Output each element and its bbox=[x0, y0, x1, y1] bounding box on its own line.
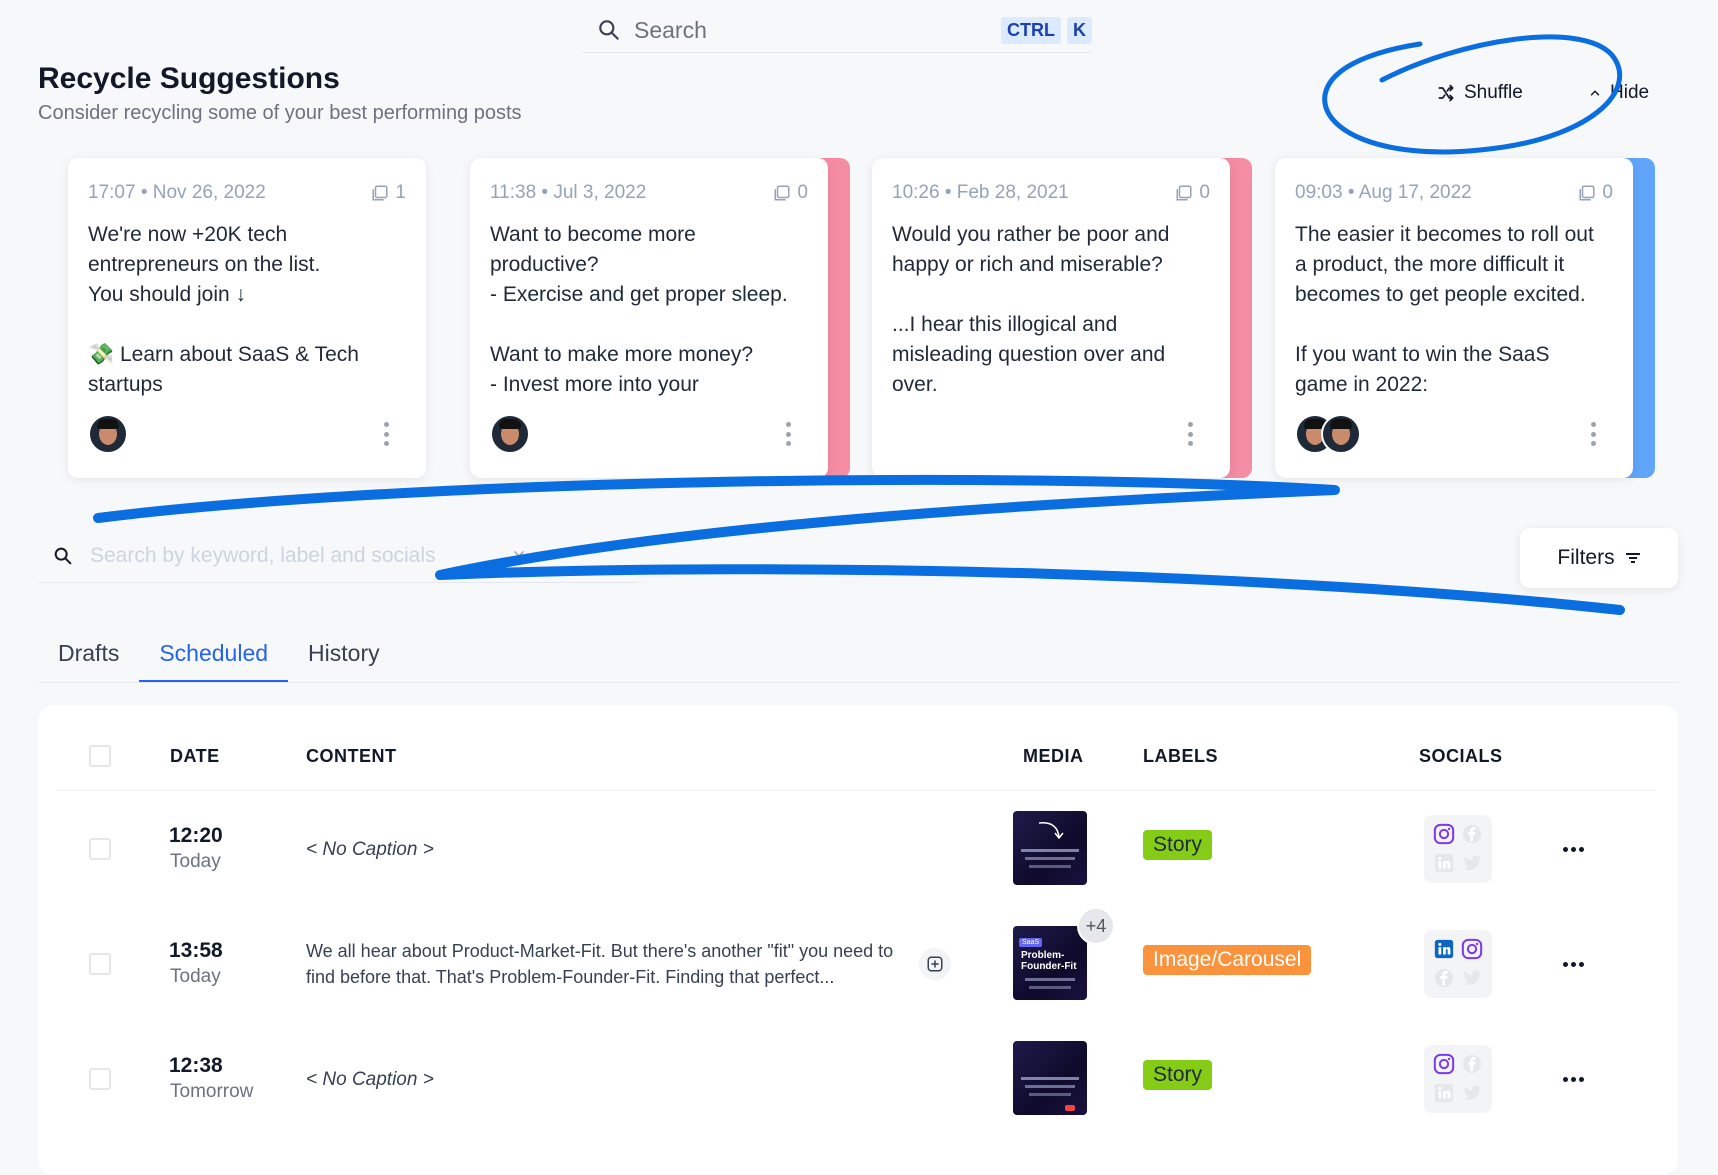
card-text: Want to become more productive? - Exerci… bbox=[490, 223, 788, 396]
card-menu-button[interactable] bbox=[384, 422, 390, 446]
row-more-button[interactable] bbox=[1563, 1077, 1584, 1082]
twitter-icon bbox=[1463, 970, 1482, 986]
socials-group bbox=[1424, 815, 1492, 883]
avatar bbox=[1321, 414, 1361, 454]
facebook-icon bbox=[1462, 1054, 1482, 1074]
row-day: Tomorrow bbox=[170, 1081, 254, 1102]
search-icon bbox=[599, 20, 619, 40]
shuffle-label: Shuffle bbox=[1464, 82, 1523, 103]
header-labels: LABELS bbox=[1143, 746, 1218, 766]
facebook-icon bbox=[1462, 824, 1482, 844]
post-search bbox=[38, 530, 638, 583]
plus-square-icon bbox=[927, 956, 943, 972]
row-checkbox[interactable] bbox=[89, 953, 111, 975]
image-stack-icon bbox=[774, 185, 790, 201]
card-text: The easier it becomes to roll out a prod… bbox=[1295, 223, 1594, 396]
card-meta: 09:03 • Aug 17, 2022 bbox=[1295, 182, 1472, 203]
recycle-card-4[interactable]: 09:03 • Aug 17, 2022 0 The easier it bec… bbox=[1275, 158, 1655, 478]
card-meta: 17:07 • Nov 26, 2022 bbox=[88, 182, 266, 203]
tab-history[interactable]: History bbox=[288, 626, 400, 682]
card-text: We're now +20K tech entrepreneurs on the… bbox=[88, 223, 359, 396]
header-divider bbox=[56, 790, 1656, 791]
card-text: Would you rather be poor and happy or ri… bbox=[892, 223, 1170, 396]
row-time: 12:20 bbox=[169, 824, 223, 847]
row-time: 12:38 bbox=[169, 1054, 223, 1077]
header-date: DATE bbox=[170, 746, 220, 766]
socials-group bbox=[1424, 930, 1492, 998]
twitter-icon bbox=[1463, 855, 1482, 871]
card-menu-button[interactable] bbox=[1188, 422, 1194, 446]
card-meta: 11:38 • Jul 3, 2022 bbox=[490, 182, 647, 203]
global-search-placeholder: Search bbox=[634, 16, 707, 43]
twitter-icon bbox=[1463, 1085, 1482, 1101]
image-stack-icon bbox=[1579, 185, 1595, 201]
hide-button[interactable]: Hide bbox=[1588, 82, 1649, 104]
card-media-count: 0 bbox=[1199, 182, 1210, 203]
post-tabs: Drafts Scheduled History bbox=[38, 626, 1678, 683]
facebook-icon bbox=[1434, 968, 1454, 988]
hide-label: Hide bbox=[1610, 82, 1650, 103]
row-more-button[interactable] bbox=[1563, 962, 1584, 967]
card-media-count: 0 bbox=[797, 182, 808, 203]
instagram-icon bbox=[1461, 938, 1483, 960]
shuffle-icon bbox=[1438, 84, 1454, 102]
label-badge: Story bbox=[1143, 830, 1213, 860]
socials-group bbox=[1424, 1045, 1492, 1113]
media-extra-count[interactable]: +4 bbox=[1077, 907, 1115, 945]
linkedin-icon bbox=[1434, 939, 1454, 959]
page-title: Recycle Suggestions bbox=[38, 62, 340, 95]
linkedin-icon bbox=[1434, 1083, 1454, 1103]
avatar bbox=[88, 414, 128, 454]
card-media-count: 1 bbox=[395, 182, 406, 203]
tab-drafts[interactable]: Drafts bbox=[38, 626, 139, 682]
instagram-icon bbox=[1433, 1053, 1455, 1075]
shortcut-ctrl: CTRL bbox=[1001, 16, 1061, 44]
filter-icon bbox=[1625, 553, 1640, 563]
avatar bbox=[490, 414, 530, 454]
filters-button[interactable]: Filters bbox=[1520, 528, 1678, 588]
tab-scheduled[interactable]: Scheduled bbox=[139, 626, 289, 682]
linkedin-icon bbox=[1434, 853, 1454, 873]
row-checkbox[interactable] bbox=[89, 1068, 111, 1090]
media-thumbnail[interactable] bbox=[1013, 1041, 1087, 1115]
chevron-up-icon bbox=[1590, 90, 1600, 96]
search-icon bbox=[54, 547, 72, 565]
recycle-card-2[interactable]: 11:38 • Jul 3, 2022 0 Want to become mor… bbox=[470, 158, 850, 478]
row-checkbox[interactable] bbox=[89, 838, 111, 860]
row-time: 13:58 bbox=[169, 939, 223, 962]
shuffle-button[interactable]: Shuffle bbox=[1436, 82, 1523, 104]
image-stack-icon bbox=[1176, 185, 1192, 201]
media-thumbnail[interactable] bbox=[1013, 811, 1087, 885]
header-content: CONTENT bbox=[306, 746, 397, 766]
global-search[interactable]: Search CTRL K bbox=[582, 8, 1092, 53]
filters-label: Filters bbox=[1557, 546, 1615, 569]
label-badge: Image/Carousel bbox=[1143, 945, 1312, 975]
card-media-count: 0 bbox=[1602, 182, 1613, 203]
row-caption[interactable]: We all hear about Product-Market-Fit. Bu… bbox=[306, 938, 906, 990]
row-caption[interactable]: < No Caption > bbox=[306, 1069, 434, 1091]
page-subtitle: Consider recycling some of your best per… bbox=[38, 102, 522, 124]
recycle-card-1[interactable]: 17:07 • Nov 26, 2022 1 We're now +20K te… bbox=[68, 158, 448, 478]
media-title: Problem-Founder-Fit bbox=[1021, 950, 1077, 972]
row-caption[interactable]: < No Caption > bbox=[306, 839, 434, 861]
instagram-icon bbox=[1433, 823, 1455, 845]
image-stack-icon bbox=[372, 185, 388, 201]
select-all-checkbox[interactable] bbox=[89, 745, 111, 767]
card-meta: 10:26 • Feb 28, 2021 bbox=[892, 182, 1069, 203]
row-day: Today bbox=[170, 966, 221, 987]
label-badge: Story bbox=[1143, 1060, 1213, 1090]
post-search-input[interactable] bbox=[88, 543, 512, 569]
header-media: MEDIA bbox=[1023, 746, 1084, 766]
row-day: Today bbox=[170, 851, 221, 872]
card-menu-button[interactable] bbox=[786, 422, 792, 446]
card-menu-button[interactable] bbox=[1591, 422, 1597, 446]
shortcut-k: K bbox=[1067, 16, 1092, 44]
recycle-card-3[interactable]: 10:26 • Feb 28, 2021 0 Would you rather … bbox=[872, 158, 1252, 478]
header-socials: SOCIALS bbox=[1419, 746, 1503, 766]
clear-icon[interactable] bbox=[512, 549, 526, 563]
row-more-button[interactable] bbox=[1563, 847, 1584, 852]
add-button[interactable] bbox=[919, 948, 951, 980]
media-thumbnail[interactable]: SaaS Problem-Founder-Fit bbox=[1013, 926, 1087, 1000]
media-tag: SaaS bbox=[1019, 938, 1043, 947]
